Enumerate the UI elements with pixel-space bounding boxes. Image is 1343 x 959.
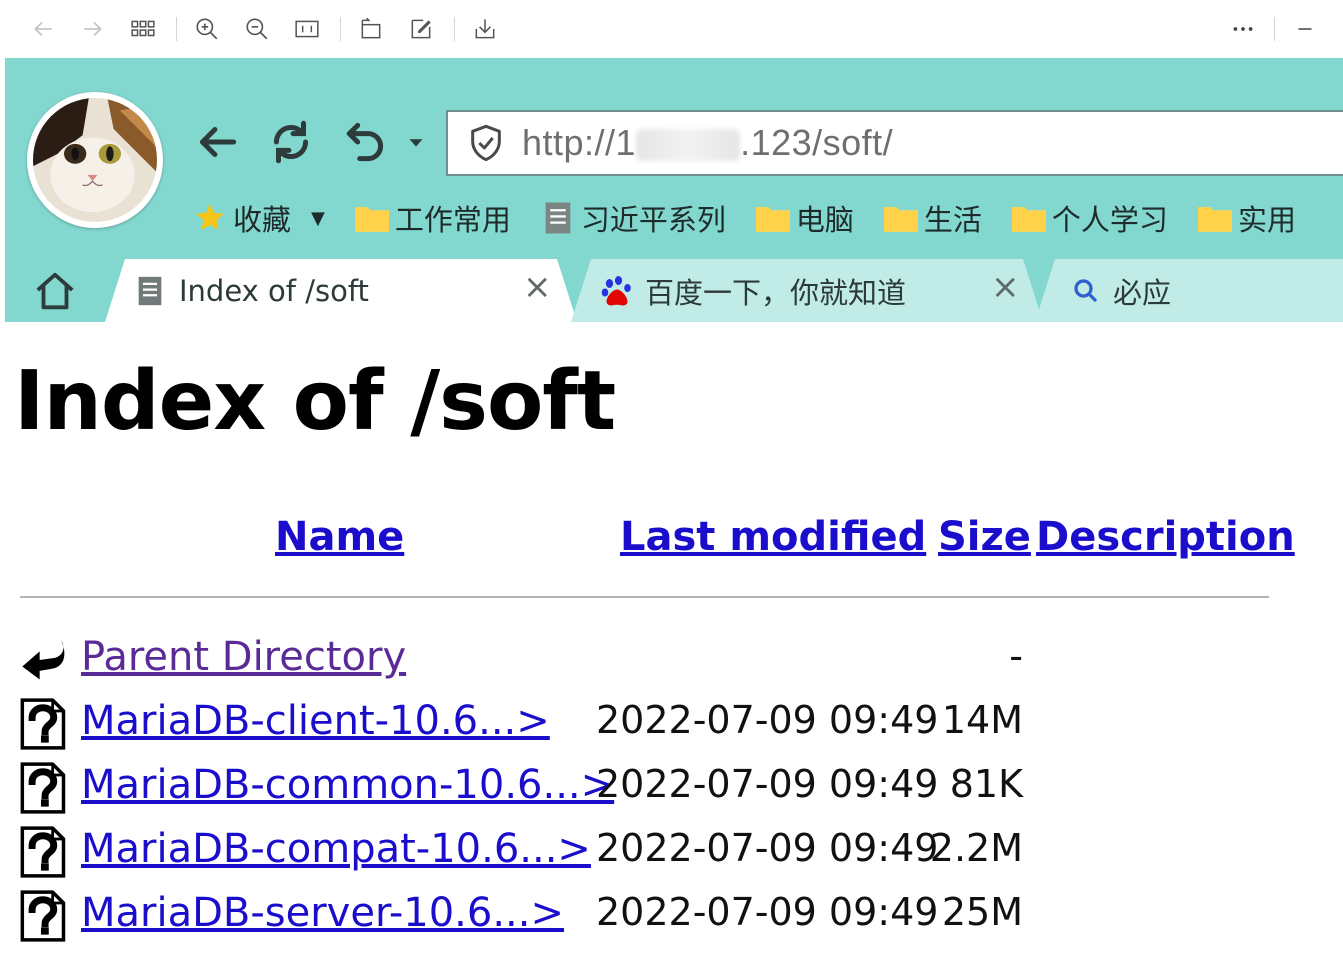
bookmarks-bar: 收藏 ▼ 工作常用 习近平系列 电脑 生活 个人学习 实用 [191, 192, 1324, 244]
back-arrow-icon [22, 640, 65, 680]
bookmark-label: 收藏 [233, 203, 292, 237]
refresh-button[interactable] [261, 114, 321, 170]
forward-arrow-icon[interactable] [78, 14, 108, 44]
toolbar-separator [454, 17, 455, 41]
toolbar-separator [1274, 17, 1275, 41]
undo-button[interactable] [339, 114, 393, 170]
header-divider [20, 596, 1269, 598]
bookmark-favorites[interactable]: 收藏 ▼ [191, 197, 325, 239]
more-icon[interactable] [1228, 14, 1258, 44]
file-date: 2022-07-09 09:49 [596, 762, 939, 806]
file-size: - [1009, 634, 1023, 678]
cat-avatar-image [33, 98, 157, 222]
grid-icon[interactable] [128, 14, 158, 44]
folder-icon [354, 207, 389, 232]
rotate-icon[interactable] [356, 14, 386, 44]
baidu-paw-icon [601, 275, 631, 305]
folder-icon [1197, 207, 1232, 232]
bookmark-label: 生活 [923, 203, 982, 237]
avatar[interactable] [27, 92, 163, 228]
file-link[interactable]: MariaDB-client-10.6...> [81, 698, 550, 744]
tab-title: 必应 [1113, 275, 1172, 310]
parent-directory-link[interactable]: Parent Directory [81, 634, 406, 680]
home-icon [36, 272, 74, 310]
file-date: 2022-07-09 09:49 [596, 698, 939, 742]
close-icon[interactable]: × [523, 267, 552, 307]
zoom-out-icon[interactable] [242, 14, 272, 44]
viewer-toolbar [0, 0, 1343, 58]
toolbar-separator [340, 17, 341, 41]
zoom-in-icon[interactable] [192, 14, 222, 44]
bookmark-label: 工作常用 [394, 203, 511, 237]
sort-by-name-link[interactable]: Name [275, 514, 404, 560]
bookmark-folder-study[interactable]: 个人学习 [1010, 197, 1168, 239]
file-size: 14M [941, 698, 1023, 742]
file-date: 2022-07-09 09:49 [596, 826, 939, 870]
tab-title: 百度一下，你就知道 [645, 275, 907, 310]
search-icon [1074, 278, 1098, 302]
edit-icon[interactable] [406, 14, 436, 44]
back-arrow-icon[interactable] [28, 14, 58, 44]
file-date: 2022-07-09 09:49 [596, 890, 939, 934]
unknown-file-icon [20, 762, 66, 814]
unknown-file-icon [20, 890, 66, 942]
home-button[interactable] [29, 264, 81, 320]
actual-size-icon[interactable] [292, 14, 322, 44]
url-suffix: .123/soft/ [740, 122, 894, 163]
redacted-ip-blur [636, 129, 741, 161]
url-prefix: http://1 [522, 122, 637, 163]
page-title: Index of /soft [14, 354, 616, 449]
dropdown-caret-icon: ▼ [311, 207, 325, 229]
sort-by-description-link[interactable]: Description [1036, 514, 1295, 560]
file-link[interactable]: MariaDB-common-10.6...> [81, 762, 614, 808]
tab-index-of-soft[interactable]: Index of /soft × [105, 259, 577, 322]
sort-by-last-modified-link[interactable]: Last modified [620, 514, 926, 560]
url-text[interactable]: http://1 .123/soft/ [522, 122, 893, 164]
bookmark-label: 电脑 [795, 203, 854, 237]
bookmark-label: 个人学习 [1051, 203, 1168, 237]
unknown-file-icon [20, 826, 66, 878]
file-link[interactable]: MariaDB-compat-10.6...> [81, 826, 591, 872]
bookmark-folder-work[interactable]: 工作常用 [353, 197, 511, 239]
bookmark-folder-life[interactable]: 生活 [882, 197, 982, 239]
toolbar-separator [176, 17, 177, 41]
file-link[interactable]: MariaDB-server-10.6...> [81, 890, 564, 936]
address-bar[interactable]: http://1 .123/soft/ [446, 110, 1343, 176]
page-icon [138, 276, 162, 305]
minimize-icon[interactable] [1290, 14, 1320, 44]
back-button[interactable] [187, 114, 247, 170]
bookmark-label: 实用 [1237, 203, 1296, 237]
folder-icon [1011, 207, 1046, 232]
tab-title: Index of /soft [179, 273, 369, 308]
shield-icon [471, 124, 501, 162]
star-icon [196, 203, 224, 230]
undo-dropdown-caret-icon[interactable] [401, 114, 431, 170]
file-size: 81K [949, 762, 1023, 806]
folder-icon [883, 207, 918, 232]
bookmark-folder-useful[interactable]: 实用 [1196, 197, 1296, 239]
unknown-file-icon [20, 698, 66, 750]
file-size: 25M [941, 890, 1023, 934]
tab-baidu[interactable]: 百度一下，你就知道 × [571, 259, 1043, 322]
bookmark-page-series[interactable]: 习近平系列 [539, 197, 726, 239]
browser-chrome: http://1 .123/soft/ 收藏 ▼ 工作常用 习近平系列 电脑 生活… [5, 58, 1343, 322]
folder-icon [755, 207, 790, 232]
close-icon[interactable]: × [991, 267, 1020, 307]
page-icon [545, 202, 571, 234]
bookmark-label: 习近平系列 [580, 203, 726, 237]
sort-by-size-link[interactable]: Size [938, 514, 1031, 560]
bookmark-folder-computer[interactable]: 电脑 [754, 197, 854, 239]
tab-bing[interactable]: 必应 [1035, 259, 1343, 322]
file-size: 2.2M [929, 826, 1023, 870]
download-icon[interactable] [470, 14, 500, 44]
